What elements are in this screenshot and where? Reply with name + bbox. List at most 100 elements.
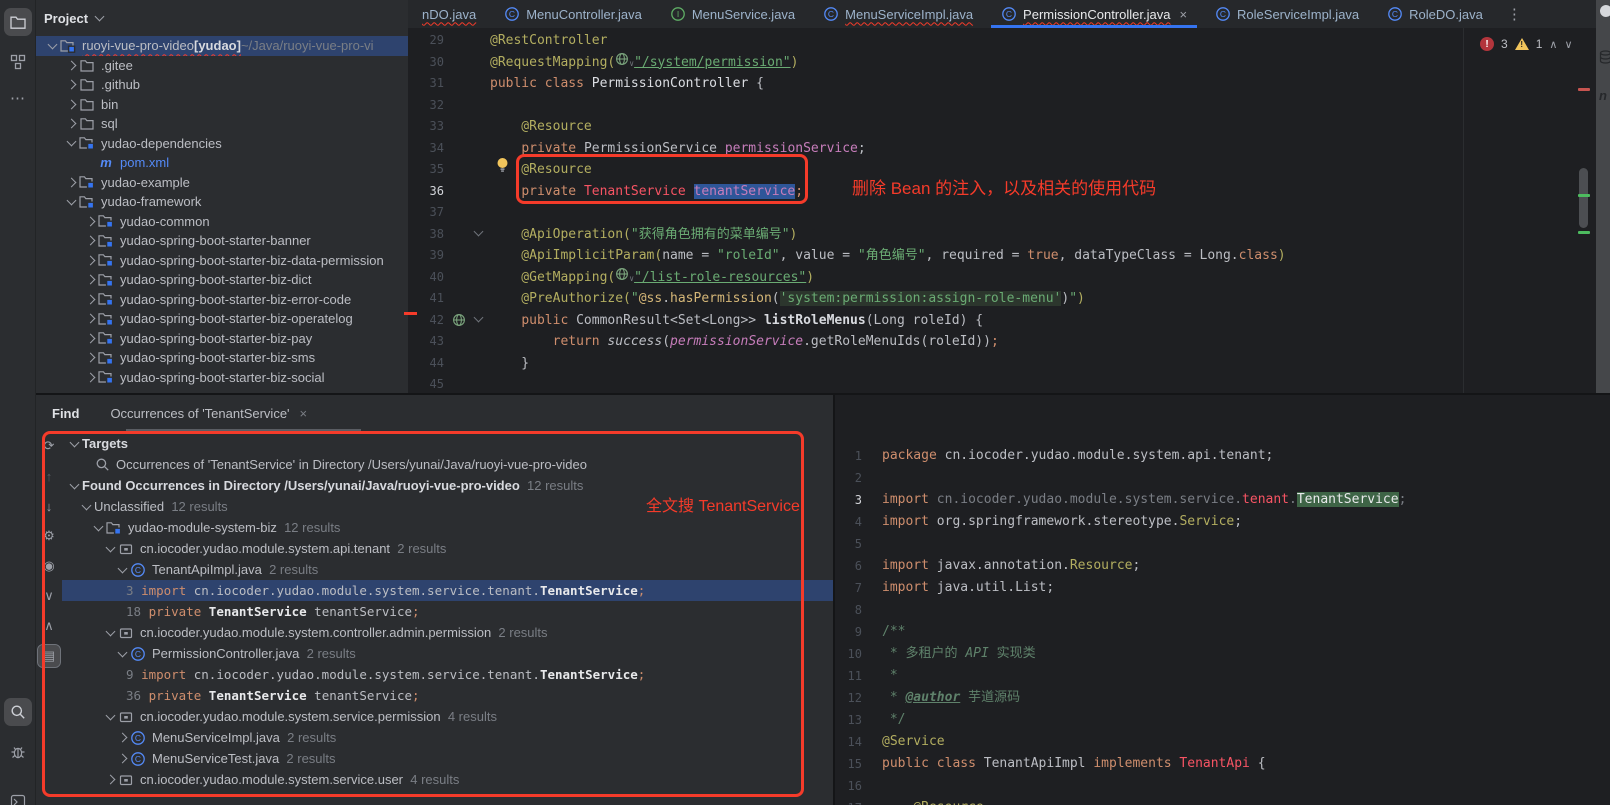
project-tree-row[interactable]: yudao-spring-boot-starter-biz-data-permi… bbox=[36, 251, 408, 271]
chevron-right-icon[interactable] bbox=[82, 374, 98, 381]
editor-tab[interactable]: CRoleDO.java bbox=[1373, 0, 1497, 28]
project-tree-row[interactable]: yudao-common bbox=[36, 212, 408, 232]
code-line[interactable]: 17 @Resource bbox=[835, 797, 1610, 805]
project-tree-row[interactable]: bin bbox=[36, 95, 408, 115]
chevron-right-icon[interactable] bbox=[82, 296, 98, 303]
editor-tab[interactable]: CMenuServiceImpl.java bbox=[809, 0, 987, 28]
maven-tool-icon[interactable]: n bbox=[1599, 88, 1607, 103]
more-tabs-icon[interactable]: ⋮ bbox=[1497, 0, 1532, 28]
project-panel-header[interactable]: Project bbox=[36, 0, 408, 36]
project-tree-row[interactable]: mpom.xml bbox=[36, 153, 408, 173]
editor-tab[interactable]: IMenuService.java bbox=[656, 0, 809, 28]
editor-tab[interactable]: CPermissionController.java× bbox=[987, 0, 1201, 28]
find-tree-row[interactable]: cn.iocoder.yudao.module.system.service.p… bbox=[62, 706, 833, 727]
code-line[interactable]: 10 * 多租户的 API 实现类 bbox=[835, 643, 1610, 665]
find-tree-row[interactable]: Occurrences of 'TenantService' in Direct… bbox=[62, 454, 833, 475]
find-tree-row[interactable]: CMenuServiceTest.java 2 results bbox=[62, 748, 833, 769]
find-result-row[interactable]: 3 import cn.iocoder.yudao.module.system.… bbox=[62, 580, 833, 601]
chevron-down-icon[interactable] bbox=[90, 526, 106, 530]
next-problem-icon[interactable]: ∨ bbox=[1564, 38, 1572, 51]
code-line[interactable]: 30@RequestMapping(∨"/system/permission") bbox=[408, 52, 1610, 74]
code-line[interactable]: 12 * @author 芋道源码 bbox=[835, 687, 1610, 709]
bug-icon[interactable] bbox=[4, 738, 32, 766]
preview-editor[interactable]: 1package cn.iocoder.yudao.module.system.… bbox=[835, 395, 1610, 805]
find-tree-row[interactable]: Targets bbox=[62, 433, 833, 454]
code-line[interactable]: 2 bbox=[835, 467, 1610, 489]
code-line[interactable]: 32 bbox=[408, 95, 1610, 117]
code-line[interactable]: 9/** bbox=[835, 621, 1610, 643]
project-tree-row[interactable]: ruoyi-vue-pro-video [yudao] ~/Java/ruoyi… bbox=[36, 36, 408, 56]
code-line[interactable]: 41 @PreAuthorize("@ss.hasPermission('sys… bbox=[408, 288, 1610, 310]
code-line[interactable]: 33 @Resource bbox=[408, 116, 1610, 138]
project-tree-row[interactable]: yudao-spring-boot-starter-biz-operatelog bbox=[36, 309, 408, 329]
editor-tab[interactable]: nDO.java bbox=[408, 0, 490, 28]
prev-problem-icon[interactable]: ∧ bbox=[1549, 38, 1557, 51]
chevron-right-icon[interactable] bbox=[82, 335, 98, 342]
settings-gear-icon[interactable]: ⚙ bbox=[38, 525, 60, 547]
chevron-right-icon[interactable] bbox=[82, 218, 98, 225]
chevron-down-icon[interactable] bbox=[102, 715, 118, 719]
notification-icon[interactable] bbox=[1599, 4, 1610, 21]
code-line[interactable]: 34 private PermissionService permissionS… bbox=[408, 138, 1610, 160]
code-line[interactable]: 40 @GetMapping(∨"/list-role-resources") bbox=[408, 267, 1610, 289]
find-tree-row[interactable]: CTenantApiImpl.java 2 results bbox=[62, 559, 833, 580]
collapse-all-icon[interactable]: ∧ bbox=[38, 615, 60, 637]
code-line[interactable]: 11 * bbox=[835, 665, 1610, 687]
code-line[interactable]: 5 bbox=[835, 533, 1610, 555]
chevron-right-icon[interactable] bbox=[114, 755, 130, 762]
project-tree-row[interactable]: yudao-spring-boot-starter-biz-pay bbox=[36, 329, 408, 349]
code-editor[interactable]: 29@RestController30@RequestMapping(∨"/sy… bbox=[408, 28, 1610, 393]
project-tree-row[interactable]: yudao-dependencies bbox=[36, 134, 408, 154]
code-line[interactable]: 8 bbox=[835, 599, 1610, 621]
arrow-up-icon[interactable]: ↑ bbox=[38, 465, 60, 487]
code-line[interactable]: 13 */ bbox=[835, 709, 1610, 731]
fold-chevron-icon[interactable] bbox=[474, 312, 484, 322]
chevron-down-icon[interactable] bbox=[66, 442, 82, 446]
project-tree-row[interactable]: .gitee bbox=[36, 56, 408, 76]
code-line[interactable]: 14@Service bbox=[835, 731, 1610, 753]
database-icon[interactable] bbox=[1599, 50, 1610, 68]
chevron-right-icon[interactable] bbox=[63, 120, 79, 127]
code-line[interactable]: 6import javax.annotation.Resource; bbox=[835, 555, 1610, 577]
find-result-row[interactable]: 18 private TenantService tenantService; bbox=[62, 601, 833, 622]
project-tree-row[interactable]: yudao-example bbox=[36, 173, 408, 193]
editor-tab[interactable]: CMenuController.java bbox=[490, 0, 656, 28]
find-tree-row[interactable]: CPermissionController.java 2 results bbox=[62, 643, 833, 664]
chevron-right-icon[interactable] bbox=[114, 734, 130, 741]
chevron-down-icon[interactable] bbox=[63, 200, 79, 204]
chevron-right-icon[interactable] bbox=[102, 776, 118, 783]
code-line[interactable]: 7import java.util.List; bbox=[835, 577, 1610, 599]
intention-bulb-icon[interactable] bbox=[496, 157, 509, 177]
code-line[interactable]: 4import org.springframework.stereotype.S… bbox=[835, 511, 1610, 533]
editor-scrollbar[interactable] bbox=[1579, 168, 1588, 228]
rerun-icon[interactable]: ⟳ bbox=[38, 435, 60, 457]
chevron-right-icon[interactable] bbox=[82, 276, 98, 283]
project-tree-row[interactable]: yudao-spring-boot-starter-biz-social bbox=[36, 368, 408, 388]
fold-chevron-icon[interactable] bbox=[474, 226, 484, 236]
chevron-down-icon[interactable] bbox=[114, 652, 130, 656]
close-icon[interactable]: × bbox=[1179, 7, 1187, 22]
chevron-right-icon[interactable] bbox=[82, 257, 98, 264]
code-line[interactable]: 37 bbox=[408, 202, 1610, 224]
chevron-down-icon[interactable] bbox=[102, 547, 118, 551]
code-line[interactable]: 1package cn.iocoder.yudao.module.system.… bbox=[835, 445, 1610, 467]
chevron-right-icon[interactable] bbox=[63, 81, 79, 88]
project-tree-row[interactable]: .github bbox=[36, 75, 408, 95]
code-line[interactable]: 43 return success(permissionService.getR… bbox=[408, 331, 1610, 353]
code-line[interactable]: 45 bbox=[408, 374, 1610, 393]
inspections-widget[interactable]: ! 3 ! 1 ∧ ∨ bbox=[1480, 37, 1573, 51]
close-icon[interactable]: × bbox=[300, 406, 308, 421]
more-tool-windows-icon[interactable]: ⋯ bbox=[4, 84, 32, 112]
chevron-down-icon[interactable] bbox=[102, 631, 118, 635]
find-tree-row[interactable]: cn.iocoder.yudao.module.system.api.tenan… bbox=[62, 538, 833, 559]
editor-tab[interactable]: CRoleServiceImpl.java bbox=[1201, 0, 1373, 28]
arrow-down-icon[interactable]: ↓ bbox=[38, 495, 60, 517]
terminal-icon[interactable] bbox=[4, 788, 32, 805]
find-result-row[interactable]: 36 private TenantService tenantService; bbox=[62, 685, 833, 706]
chevron-right-icon[interactable] bbox=[82, 354, 98, 361]
code-line[interactable]: 38 @ApiOperation("获得角色拥有的菜单编号") bbox=[408, 224, 1610, 246]
chevron-down-icon[interactable] bbox=[63, 141, 79, 145]
project-tree-row[interactable]: yudao-framework bbox=[36, 192, 408, 212]
chevron-down-icon[interactable] bbox=[78, 505, 94, 509]
code-line[interactable]: 3import cn.iocoder.yudao.module.system.s… bbox=[835, 489, 1610, 511]
